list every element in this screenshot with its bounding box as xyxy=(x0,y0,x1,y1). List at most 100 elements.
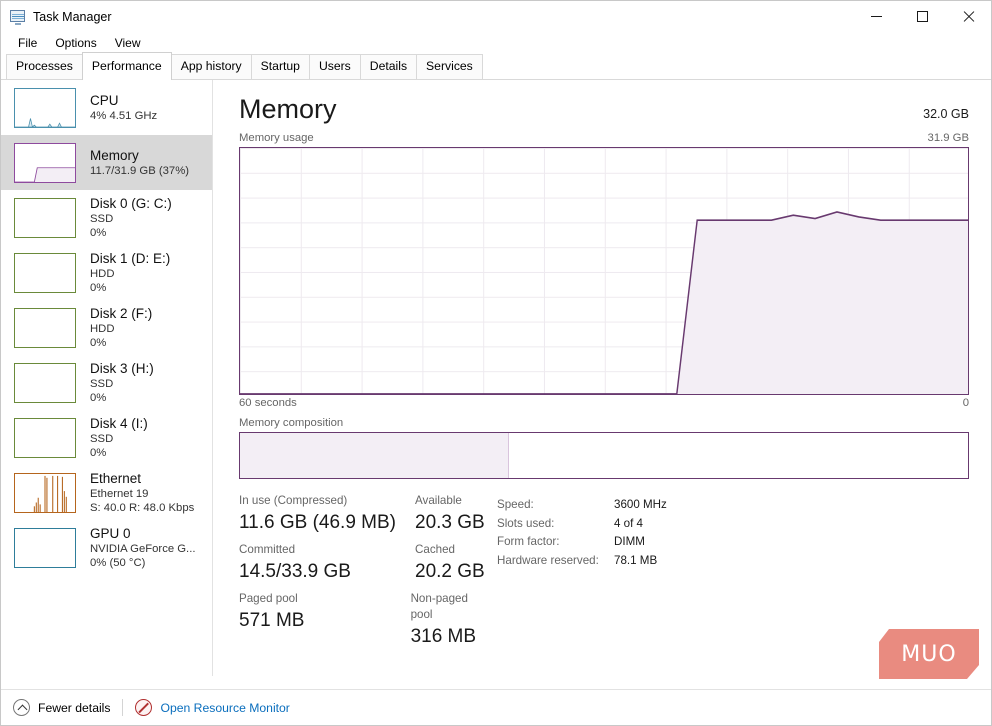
sidebar-item-ethernet-sub2: S: 40.0 R: 48.0 Kbps xyxy=(90,501,194,515)
sidebar-item-disk-3[interactable]: Disk 3 (H:) SSD 0% xyxy=(1,355,212,410)
stat-paged-pool: Paged pool 571 MB xyxy=(239,591,411,650)
tab-details[interactable]: Details xyxy=(360,54,417,79)
memory-usage-label: Memory usage xyxy=(239,132,314,144)
title-bar: Task Manager xyxy=(1,1,991,32)
stat-paged-pool-label: Paged pool xyxy=(239,591,411,607)
menu-item-options[interactable]: Options xyxy=(46,34,105,52)
sidebar-item-disk-3-sub1: SSD xyxy=(90,377,154,391)
stat-non-paged-pool-label: Non-paged pool xyxy=(411,591,491,623)
hardware-info: Speed: 3600 MHz Slots used: 4 of 4 Form … xyxy=(491,493,969,650)
sidebar-item-disk-0-text: Disk 0 (G: C:) SSD 0% xyxy=(90,195,172,240)
fewer-details-button[interactable]: Fewer details xyxy=(13,699,110,716)
sidebar-item-disk-3-name: Disk 3 (H:) xyxy=(90,360,154,377)
page-title: Memory xyxy=(239,92,337,126)
menu-bar: File Options View xyxy=(1,32,991,53)
usage-graph-labels: Memory usage 31.9 GB xyxy=(239,132,969,144)
sidebar-item-disk-2-name: Disk 2 (F:) xyxy=(90,305,152,322)
tab-processes[interactable]: Processes xyxy=(6,54,83,79)
window-title: Task Manager xyxy=(33,10,112,24)
graph-plot xyxy=(240,148,968,394)
stat-committed-label: Committed xyxy=(239,542,415,558)
sidebar-item-cpu[interactable]: CPU 4% 4.51 GHz xyxy=(1,80,212,135)
minimize-icon xyxy=(871,16,882,17)
sidebar-item-memory-name: Memory xyxy=(90,147,189,164)
resource-sidebar[interactable]: CPU 4% 4.51 GHz Memory 11.7/31.9 GB (37%… xyxy=(1,80,213,676)
sidebar-item-ethernet[interactable]: Ethernet Ethernet 19 S: 40.0 R: 48.0 Kbp… xyxy=(1,465,212,520)
tab-services[interactable]: Services xyxy=(416,54,483,79)
status-divider xyxy=(122,699,123,716)
axis-label-right: 0 xyxy=(963,397,969,409)
tab-strip: Processes Performance App history Startu… xyxy=(1,53,991,80)
sidebar-item-disk-4-text: Disk 4 (I:) SSD 0% xyxy=(90,415,148,460)
memory-composition-label: Memory composition xyxy=(239,417,969,429)
maximize-button[interactable] xyxy=(899,1,945,32)
sidebar-item-gpu-0-sub2: 0% (50 °C) xyxy=(90,556,195,570)
memory-usage-graph xyxy=(239,147,969,395)
sidebar-item-disk-4[interactable]: Disk 4 (I:) SSD 0% xyxy=(1,410,212,465)
sidebar-item-disk-2-text: Disk 2 (F:) HDD 0% xyxy=(90,305,152,350)
sidebar-item-memory-sub1: 11.7/31.9 GB (37%) xyxy=(90,164,189,178)
open-resource-monitor-link[interactable]: Open Resource Monitor xyxy=(135,699,289,716)
stats-row-2: Committed 14.5/33.9 GB Cached 20.2 GB xyxy=(239,542,491,585)
stat-cached-value: 20.2 GB xyxy=(415,558,485,585)
open-resource-monitor-label: Open Resource Monitor xyxy=(160,701,289,715)
stat-non-paged-pool: Non-paged pool 316 MB xyxy=(411,591,491,650)
disk-1-thumbnail-graph xyxy=(14,253,76,293)
sidebar-item-disk-0-sub2: 0% xyxy=(90,226,172,240)
minimize-button[interactable] xyxy=(853,1,899,32)
menu-item-file[interactable]: File xyxy=(9,34,46,52)
stat-in-use-value: 11.6 GB (46.9 MB) xyxy=(239,509,415,536)
tab-startup[interactable]: Startup xyxy=(251,54,310,79)
total-memory-value: 32.0 GB xyxy=(923,107,969,121)
stat-non-paged-pool-value: 316 MB xyxy=(411,623,491,650)
tab-users[interactable]: Users xyxy=(309,54,361,79)
sidebar-item-disk-2[interactable]: Disk 2 (F:) HDD 0% xyxy=(1,300,212,355)
stats-row-1: In use (Compressed) 11.6 GB (46.9 MB) Av… xyxy=(239,493,491,536)
hardware-slots-value: 4 of 4 xyxy=(614,515,643,534)
sidebar-item-gpu-0[interactable]: GPU 0 NVIDIA GeForce G... 0% (50 °C) xyxy=(1,520,212,575)
hardware-row-form-factor: Form factor: DIMM xyxy=(497,533,969,552)
close-icon xyxy=(962,10,975,23)
graph-axis-labels: 60 seconds 0 xyxy=(239,397,969,409)
menu-item-view[interactable]: View xyxy=(106,34,150,52)
sidebar-item-memory-text: Memory 11.7/31.9 GB (37%) xyxy=(90,147,189,178)
status-bar: Fewer details Open Resource Monitor xyxy=(1,689,991,725)
close-button[interactable] xyxy=(945,1,991,32)
content-area: CPU 4% 4.51 GHz Memory 11.7/31.9 GB (37%… xyxy=(1,80,991,676)
hardware-row-slots: Slots used: 4 of 4 xyxy=(497,515,969,534)
hardware-slots-label: Slots used: xyxy=(497,515,614,534)
tab-performance[interactable]: Performance xyxy=(82,52,172,80)
sidebar-item-disk-0[interactable]: Disk 0 (G: C:) SSD 0% xyxy=(1,190,212,245)
sidebar-item-disk-4-sub2: 0% xyxy=(90,446,148,460)
composition-segment-available xyxy=(509,433,968,478)
sidebar-item-ethernet-name: Ethernet xyxy=(90,470,194,487)
task-manager-icon xyxy=(10,9,26,25)
sidebar-item-memory[interactable]: Memory 11.7/31.9 GB (37%) xyxy=(1,135,212,190)
disk-0-thumbnail-graph xyxy=(14,198,76,238)
hardware-speed-label: Speed: xyxy=(497,496,614,515)
sidebar-item-disk-4-sub1: SSD xyxy=(90,432,148,446)
ethernet-thumbnail-graph xyxy=(14,473,76,513)
resource-monitor-icon xyxy=(135,699,152,716)
panel-header: Memory 32.0 GB xyxy=(239,80,969,126)
sidebar-item-disk-0-sub1: SSD xyxy=(90,212,172,226)
hardware-reserved-value: 78.1 MB xyxy=(614,552,657,571)
stat-committed-value: 14.5/33.9 GB xyxy=(239,558,415,585)
sidebar-item-cpu-name: CPU xyxy=(90,92,157,109)
sidebar-item-disk-0-name: Disk 0 (G: C:) xyxy=(90,195,172,212)
chevron-up-icon xyxy=(13,699,30,716)
sidebar-item-ethernet-text: Ethernet Ethernet 19 S: 40.0 R: 48.0 Kbp… xyxy=(90,470,194,515)
stat-cached-label: Cached xyxy=(415,542,485,558)
stat-paged-pool-value: 571 MB xyxy=(239,607,411,634)
usage-axis-max: 31.9 GB xyxy=(928,132,969,144)
stat-available: Available 20.3 GB xyxy=(415,493,485,536)
sidebar-item-ethernet-sub1: Ethernet 19 xyxy=(90,487,194,501)
hardware-form-factor-value: DIMM xyxy=(614,533,645,552)
hardware-row-reserved: Hardware reserved: 78.1 MB xyxy=(497,552,969,571)
tab-app-history[interactable]: App history xyxy=(171,54,252,79)
sidebar-item-disk-1-sub2: 0% xyxy=(90,281,170,295)
gpu-0-thumbnail-graph xyxy=(14,528,76,568)
memory-composition-bar[interactable] xyxy=(239,432,969,479)
sidebar-item-disk-1[interactable]: Disk 1 (D: E:) HDD 0% xyxy=(1,245,212,300)
hardware-speed-value: 3600 MHz xyxy=(614,496,667,515)
